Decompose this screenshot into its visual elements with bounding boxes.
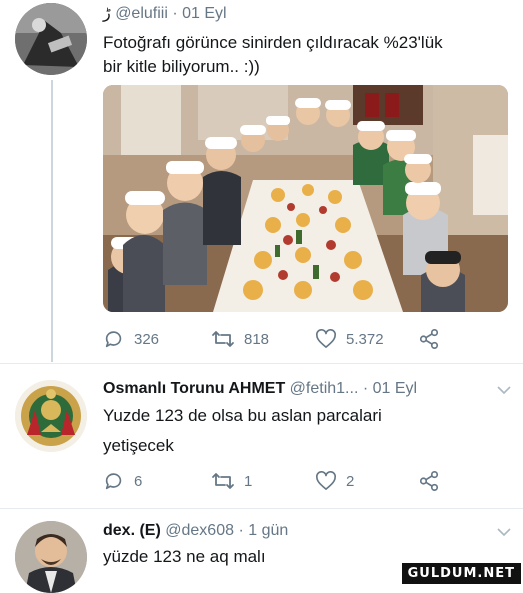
separator: ·	[362, 380, 369, 397]
tweet-date[interactable]: 01 Eyl	[182, 5, 226, 22]
avatar[interactable]	[15, 3, 87, 75]
user-handle[interactable]: @elufiii	[115, 5, 168, 22]
share-icon	[418, 328, 440, 350]
chevron-down-icon[interactable]	[497, 385, 511, 395]
reply-count: 326	[134, 330, 160, 348]
like-button[interactable]: 5.372	[315, 326, 384, 352]
like-icon	[315, 471, 337, 491]
tweet-date[interactable]: 01 Eyl	[373, 380, 417, 397]
tweet-text-line: Yuzde 123 de olsa bu aslan parcalari	[103, 406, 382, 425]
avatar[interactable]	[15, 521, 87, 593]
reply-button[interactable]: 326	[103, 326, 159, 352]
user-handle[interactable]: @fetih1...	[290, 380, 359, 397]
share-button[interactable]	[418, 468, 440, 494]
retweet-count: 818	[244, 330, 270, 348]
user-handle[interactable]: @dex608	[165, 522, 234, 539]
display-name[interactable]: dex. (E)	[103, 522, 161, 539]
tweet-actions: 6 1 2	[103, 468, 513, 494]
tweet-text: Fotoğrafı görünce sinirden çıldıracak %2…	[103, 31, 513, 79]
thread-line	[51, 80, 53, 362]
tweet-text: Yuzde 123 de olsa bu aslan parcalari yet…	[103, 404, 503, 458]
chevron-down-icon[interactable]	[497, 527, 511, 537]
tweet-text-line: Fotoğrafı görünce sinirden çıldıracak %2…	[103, 33, 443, 52]
retweet-button[interactable]: 1	[211, 468, 252, 494]
retweet-count: 1	[244, 472, 253, 490]
like-icon	[315, 329, 337, 349]
separator: ·	[172, 5, 178, 22]
tweet-header: Osmanlı Torunu AHMET @fetih1... · 01 Eyl	[103, 380, 417, 398]
like-button[interactable]: 2	[315, 468, 354, 494]
separator: ·	[238, 522, 244, 539]
retweet-icon	[211, 329, 235, 349]
display-name[interactable]: Osmanlı Torunu AHMET	[103, 380, 285, 397]
reply-icon	[103, 470, 125, 492]
retweet-icon	[211, 471, 235, 491]
tweet-header: ڑ @elufiii · 01 Eyl	[103, 3, 227, 23]
retweet-button[interactable]: 818	[211, 326, 269, 352]
watermark: GULDUM.NET	[401, 563, 521, 584]
reply-count: 6	[134, 472, 143, 490]
tweet-text-line: bir kitle biliyorum.. :))	[103, 57, 260, 76]
reply-icon	[103, 328, 125, 350]
avatar[interactable]	[15, 380, 87, 452]
handle-prefix: ڑ	[103, 5, 111, 22]
share-icon	[418, 470, 440, 492]
tweet-actions: 326 818 5.372	[103, 326, 513, 352]
like-count: 2	[346, 472, 355, 490]
tweet-text-line: yetişecek	[103, 436, 174, 455]
tweet-photo[interactable]	[103, 85, 508, 312]
tweet-1[interactable]: ڑ @elufiii · 01 Eyl Fotoğrafı görünce si…	[0, 0, 523, 362]
reply-button[interactable]: 6	[103, 468, 142, 494]
tweet-header: dex. (E) @dex608 · 1 gün	[103, 522, 288, 540]
tweet-date[interactable]: 1 gün	[248, 522, 288, 539]
tweet-2[interactable]: Osmanlı Torunu AHMET @fetih1... · 01 Eyl…	[0, 364, 523, 507]
share-button[interactable]	[418, 326, 440, 352]
like-count: 5.372	[346, 330, 384, 348]
